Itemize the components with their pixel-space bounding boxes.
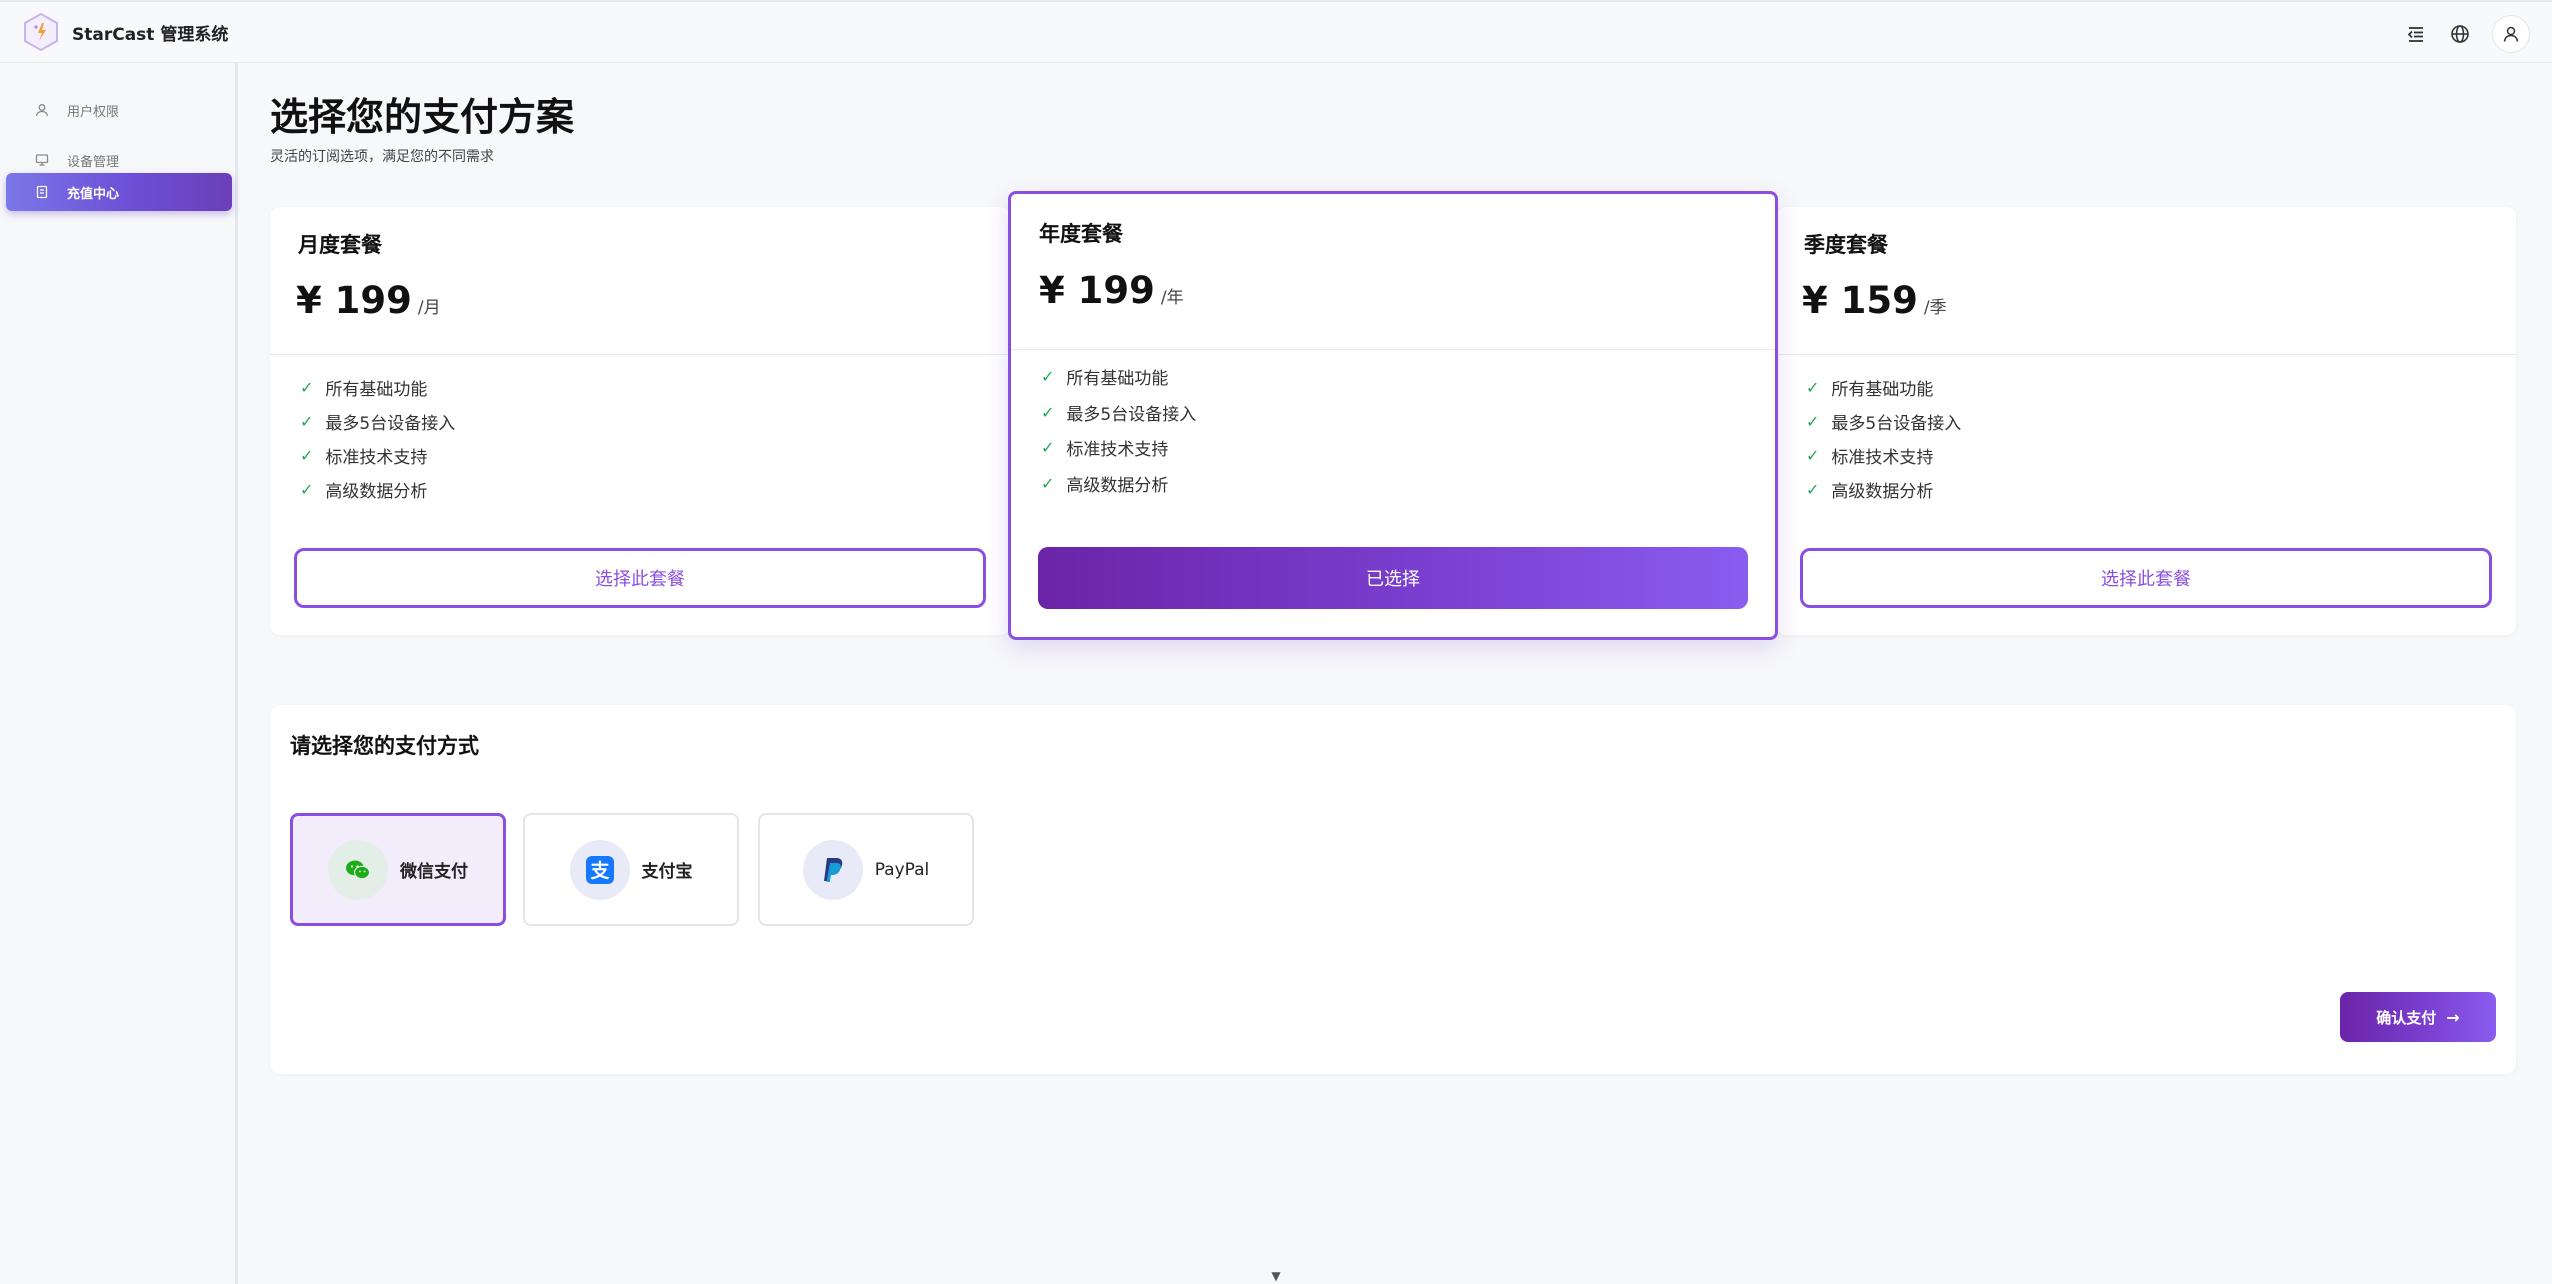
plan-name: 季度套餐: [1804, 233, 1888, 257]
sidebar-item-label: 设备管理: [67, 154, 120, 170]
plan-name: 月度套餐: [298, 233, 382, 257]
monitor-icon: [34, 152, 50, 168]
feature-item: ✓ 标准技术支持: [1806, 445, 1934, 468]
check-icon: ✓: [300, 445, 314, 465]
feature-item: ✓ 高级数据分析: [300, 479, 428, 502]
check-icon: ✓: [1041, 367, 1055, 387]
feature-item: ✓ 高级数据分析: [1041, 473, 1169, 496]
feature-list: ✓ 所有基础功能 ✓ 最多5台设备接入 ✓ 标准技术支持 ✓ 高级数据分析: [1806, 370, 1961, 506]
payment-option-label: PayPal: [874, 859, 930, 880]
scroll-down-icon[interactable]: ▼: [1268, 1268, 1284, 1284]
check-icon: ✓: [1806, 377, 1820, 397]
price-period: /月: [417, 298, 441, 318]
check-icon: ✓: [1041, 438, 1055, 458]
app-name: StarCast 管理系统: [72, 24, 229, 45]
divider: [1776, 354, 2516, 355]
check-icon: ✓: [1806, 445, 1820, 465]
plan-card-yearly: 年度套餐 ¥ 199 /年 ✓ 所有基础功能 ✓ 最多5台设备接入 ✓ 标准技术支持 …: [1008, 191, 1778, 640]
feature-item: ✓ 最多5台设备接入: [1806, 411, 1962, 434]
plan-name: 年度套餐: [1039, 222, 1123, 246]
alipay-icon: 支: [569, 839, 630, 900]
price-amount: ¥ 199: [296, 279, 412, 322]
price-period: /季: [1923, 298, 1947, 318]
feature-item: ✓ 所有基础功能: [1806, 377, 1934, 400]
check-icon: ✓: [1806, 479, 1820, 499]
plan-price: ¥ 199 /年: [1039, 269, 1184, 312]
feature-item: ✓ 标准技术支持: [300, 445, 428, 468]
price-amount: ¥ 159: [1802, 279, 1918, 322]
feature-item: ✓ 所有基础功能: [300, 377, 428, 400]
payment-option-alipay[interactable]: 支 支付宝: [523, 813, 739, 926]
sidebar-item-label: 用户权限: [67, 104, 120, 120]
divider: [1011, 349, 1775, 350]
plan-price: ¥ 199 /月: [296, 279, 441, 322]
arrow-right-icon: →: [2446, 1007, 2460, 1027]
payment-option-label: 微信支付: [400, 862, 468, 882]
page-title: 选择您的支付方案: [270, 95, 575, 139]
sidebar-item-label: 充值中心: [67, 186, 120, 202]
user-avatar-icon[interactable]: [2492, 15, 2530, 53]
brand[interactable]: StarCast 管理系统: [22, 12, 228, 52]
feature-list: ✓ 所有基础功能 ✓ 最多5台设备接入 ✓ 标准技术支持 ✓ 高级数据分析: [1041, 359, 1196, 501]
check-icon: ✓: [1041, 402, 1055, 422]
price-period: /年: [1160, 288, 1184, 308]
confirm-payment-button[interactable]: 确认支付 →: [2340, 992, 2496, 1042]
feature-item: ✓ 高级数据分析: [1806, 479, 1934, 502]
wechat-icon: [328, 839, 388, 900]
plan-card-quarterly: 季度套餐 ¥ 159 /季 ✓ 所有基础功能 ✓ 最多5台设备接入 ✓ 标准技术支持 …: [1776, 207, 2516, 635]
payment-option-label: 支付宝: [641, 862, 693, 882]
plan-card-monthly: 月度套餐 ¥ 199 /月 ✓ 所有基础功能 ✓ 最多5台设备接入 ✓ 标准技术支持 …: [270, 207, 1010, 635]
starcast-logo-icon: [22, 12, 60, 52]
sidebar-item-recharge-center[interactable]: 充值中心: [6, 173, 232, 211]
feature-item: ✓ 最多5台设备接入: [300, 411, 456, 434]
check-icon: ✓: [1806, 411, 1820, 431]
payment-option-paypal[interactable]: PayPal: [758, 813, 974, 926]
feature-item: ✓ 标准技术支持: [1041, 438, 1169, 461]
user-icon: [34, 102, 50, 118]
price-amount: ¥ 199: [1039, 269, 1155, 312]
feature-list: ✓ 所有基础功能 ✓ 最多5台设备接入 ✓ 标准技术支持 ✓ 高级数据分析: [300, 370, 455, 506]
check-icon: ✓: [1041, 473, 1055, 493]
select-plan-button[interactable]: 选择此套餐: [1800, 548, 2492, 608]
svg-text:支: 支: [589, 860, 610, 882]
sidebar: 用户权限 设备管理 充值中心: [0, 63, 238, 1284]
plan-price: ¥ 159 /季: [1802, 279, 1947, 322]
top-header: StarCast 管理系统: [0, 0, 2552, 63]
payment-option-wechat[interactable]: 微信支付: [290, 813, 506, 926]
confirm-label: 确认支付: [2376, 1008, 2437, 1027]
payment-method-panel: 请选择您的支付方式 微信支付 支 支付宝 PayPal 确认支付 →: [270, 705, 2516, 1074]
select-plan-button[interactable]: 选择此套餐: [294, 548, 986, 608]
feature-item: ✓ 所有基础功能: [1041, 367, 1169, 390]
receipt-icon: [34, 184, 50, 200]
payment-title: 请选择您的支付方式: [290, 734, 479, 758]
sidebar-item-user-permissions[interactable]: 用户权限: [6, 91, 232, 129]
paypal-icon: [802, 839, 863, 900]
feature-item: ✓ 最多5台设备接入: [1041, 402, 1197, 425]
menu-collapse-icon[interactable]: [2398, 16, 2434, 52]
divider: [270, 354, 1010, 355]
check-icon: ✓: [300, 377, 314, 397]
globe-icon[interactable]: [2442, 16, 2478, 52]
page-subtitle: 灵活的订阅选项，满足您的不同需求: [270, 149, 494, 165]
check-icon: ✓: [300, 479, 314, 499]
check-icon: ✓: [300, 411, 314, 431]
header-actions: [2390, 15, 2530, 53]
selected-plan-button[interactable]: 已选择: [1038, 547, 1748, 609]
